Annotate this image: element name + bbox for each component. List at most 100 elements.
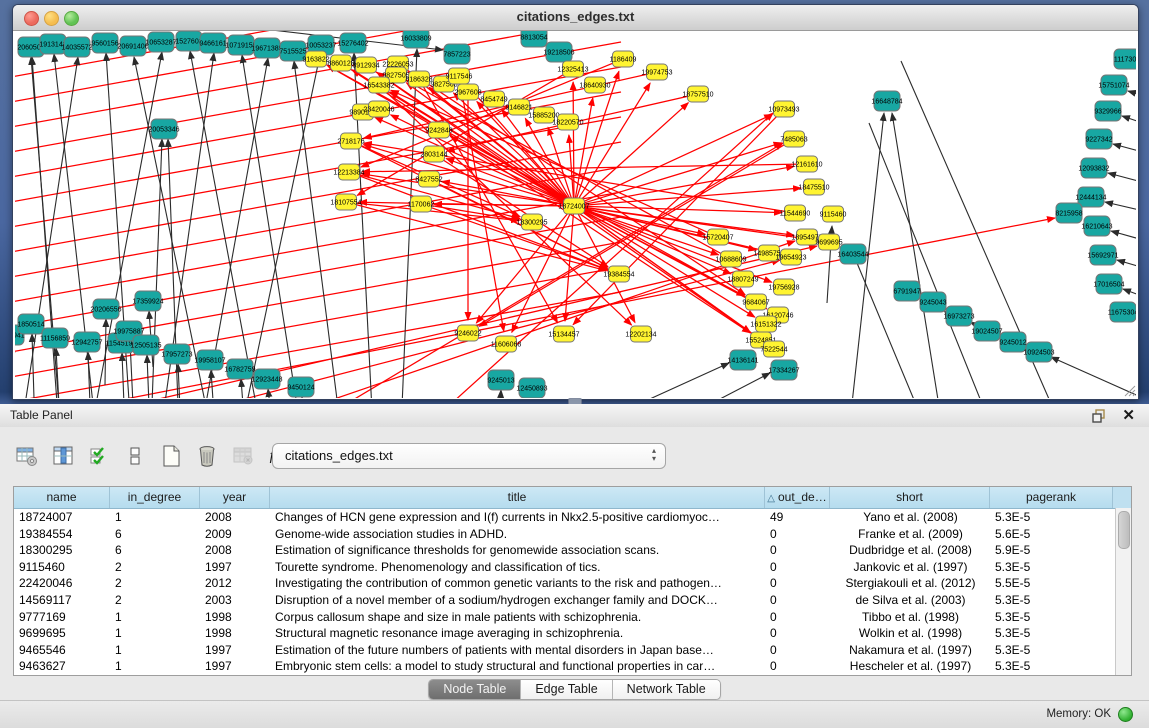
graph-node[interactable]: 9117546: [446, 68, 473, 84]
graph-node[interactable]: 17016504: [1093, 274, 1124, 294]
graph-edge[interactable]: [434, 204, 566, 206]
graph-edge[interactable]: [1108, 173, 1136, 187]
graph-node[interactable]: 1117304: [1114, 49, 1136, 69]
graph-edge[interactable]: [241, 379, 245, 398]
graph-node[interactable]: 11544690: [780, 205, 811, 221]
delete-rows-icon[interactable]: [194, 443, 220, 469]
graph-node[interactable]: 9684067: [742, 294, 769, 310]
graph-node[interactable]: 19974753: [641, 64, 672, 80]
graph-node[interactable]: 16648784: [871, 91, 902, 111]
graph-node[interactable]: 12450893: [516, 378, 547, 398]
graph-node[interactable]: 9115460: [820, 206, 847, 222]
table-row[interactable]: 1456911722003Disruption of a novel membe…: [14, 592, 1131, 609]
new-table-icon[interactable]: [158, 443, 184, 469]
graph-node[interactable]: 18475510: [798, 179, 829, 195]
graph-edge[interactable]: [201, 58, 268, 398]
graph-node[interactable]: 17359924: [132, 291, 163, 311]
graph-node[interactable]: 1850514: [17, 314, 44, 334]
table-row[interactable]: 946362711997Embryonic stem cells: a mode…: [14, 658, 1131, 675]
graph-edge[interactable]: [1111, 231, 1136, 245]
graph-node[interactable]: 12093832: [1078, 158, 1109, 178]
graph-node[interactable]: 8427552: [415, 171, 442, 187]
graph-edge[interactable]: [1128, 91, 1136, 101]
graph-node[interactable]: 16210643: [1081, 216, 1112, 236]
graph-edge[interactable]: [693, 373, 770, 398]
graph-node[interactable]: 17334267: [768, 360, 799, 380]
graph-node[interactable]: 9246022: [454, 325, 481, 341]
graph-node[interactable]: 15751074: [1098, 75, 1129, 95]
column-header-year[interactable]: year: [200, 487, 270, 508]
table-row[interactable]: 2242004622012Investigating the contribut…: [14, 575, 1131, 592]
graph-node[interactable]: 15134457: [548, 326, 579, 342]
graph-edge[interactable]: [1122, 116, 1136, 129]
graph-node[interactable]: 8860128: [327, 55, 354, 71]
graph-node[interactable]: 14136141: [727, 350, 758, 370]
table-row[interactable]: 1830029562008Estimation of significance …: [14, 542, 1131, 559]
graph-node[interactable]: 10924503: [1023, 342, 1054, 362]
graph-edge[interactable]: [105, 319, 106, 385]
network-window[interactable]: citations_edges.txt 20605031913148140355…: [12, 4, 1139, 400]
graph-node[interactable]: 7522544: [760, 341, 787, 357]
graph-node[interactable]: 9466161: [199, 33, 226, 53]
graph-node[interactable]: 19024507: [971, 321, 1002, 341]
graph-node[interactable]: 15276402: [337, 33, 368, 53]
network-window-titlebar[interactable]: citations_edges.txt: [13, 5, 1138, 31]
graph-node[interactable]: 12161610: [791, 156, 822, 172]
graph-node[interactable]: 8186328: [405, 71, 432, 87]
graph-node[interactable]: 11606068: [491, 336, 522, 352]
graph-node[interactable]: 2803144: [420, 146, 447, 162]
graph-node[interactable]: 8454749: [480, 91, 507, 107]
graph-edge[interactable]: [499, 390, 501, 398]
column-header-name[interactable]: name: [14, 487, 110, 508]
graph-node[interactable]: 20053346: [148, 119, 179, 139]
graph-node[interactable]: 20691406: [117, 36, 148, 56]
tab-network-table[interactable]: Network Table: [613, 680, 720, 699]
graph-node[interactable]: 9450124: [287, 377, 314, 397]
graph-node[interactable]: 8813054: [520, 31, 547, 47]
graph-node[interactable]: 20206556: [90, 299, 121, 319]
graph-edge[interactable]: [294, 61, 341, 398]
graph-edge[interactable]: [211, 370, 215, 398]
graph-node[interactable]: 19384554: [603, 266, 634, 282]
column-header-in_degree[interactable]: in_degree: [110, 487, 200, 508]
tab-edge-table[interactable]: Edge Table: [521, 680, 612, 699]
vertical-scrollbar[interactable]: [1115, 508, 1131, 675]
graph-node[interactable]: 2718176: [337, 133, 364, 149]
graph-edge[interactable]: [268, 389, 273, 398]
graph-node[interactable]: 19756928: [768, 279, 799, 295]
graph-node[interactable]: 11156859: [40, 328, 70, 348]
graph-node[interactable]: 1186409: [610, 51, 637, 67]
graph-node[interactable]: 9245013: [487, 370, 514, 390]
graph-node[interactable]: 9227342: [1085, 129, 1112, 149]
graph-node[interactable]: 9329966: [1094, 101, 1121, 121]
graph-edge[interactable]: [578, 83, 650, 199]
close-panel-icon[interactable]: ✕: [1122, 406, 1135, 424]
graph-node[interactable]: 9699695: [815, 234, 842, 250]
network-graph-canvas[interactable]: 2060503191314814035572956015620691406106…: [15, 31, 1136, 398]
graph-node[interactable]: 7485063: [780, 131, 807, 147]
graph-edge[interactable]: [460, 84, 503, 331]
graph-node[interactable]: 9242848: [425, 122, 452, 138]
table-settings-icon[interactable]: [14, 443, 40, 469]
graph-node[interactable]: 17957273: [161, 344, 192, 364]
graph-node[interactable]: 18640930: [579, 77, 610, 93]
column-header-title[interactable]: title: [270, 487, 765, 508]
graph-node[interactable]: 8912934: [352, 57, 379, 73]
graph-edge[interactable]: [1113, 144, 1136, 157]
graph-edge[interactable]: [1105, 202, 1136, 215]
graph-node[interactable]: 12505135: [130, 335, 161, 355]
scrollbar-thumb[interactable]: [1118, 511, 1130, 549]
graph-node[interactable]: 8215958: [1055, 203, 1082, 223]
graph-edge[interactable]: [565, 214, 573, 321]
select-all-rows-icon[interactable]: [86, 443, 112, 469]
graph-edge[interactable]: [1123, 289, 1136, 303]
graph-node[interactable]: 19958107: [194, 350, 225, 370]
table-row[interactable]: 911546021997Tourette syndrome. Phenomeno…: [14, 559, 1131, 576]
graph-edge[interactable]: [892, 113, 943, 398]
table-row[interactable]: 969969511998Structural magnetic resonanc…: [14, 625, 1131, 642]
graph-node[interactable]: 19218506: [543, 42, 574, 62]
graph-node[interactable]: 12202134: [625, 326, 656, 342]
graph-node[interactable]: 16403544: [837, 244, 868, 264]
graph-node[interactable]: 18300295: [516, 214, 547, 230]
table-select-combobox[interactable]: citations_edges.txt ▴▾: [272, 443, 666, 469]
